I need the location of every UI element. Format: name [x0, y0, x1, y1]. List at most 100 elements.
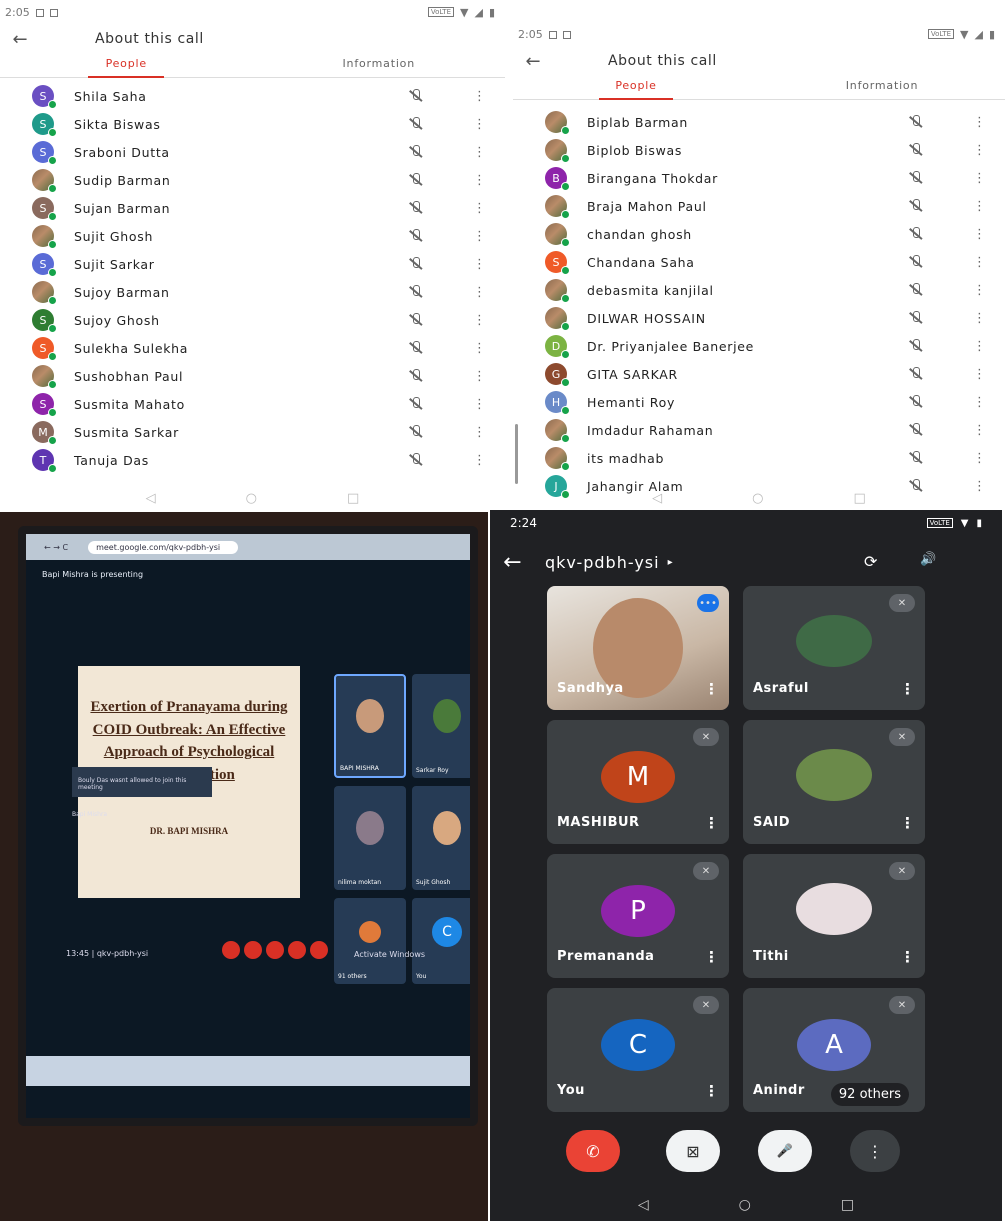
participant-tile[interactable]: C ✕ You ⋮ — [547, 988, 729, 1112]
participant-row[interactable]: Sudip Barman ⋮ — [0, 166, 505, 194]
more-options-icon[interactable]: ⋮ — [473, 426, 486, 439]
participant-row[interactable]: debasmita kanjilal ⋮ — [513, 276, 1005, 304]
recents-nav-icon[interactable]: □ — [854, 491, 866, 506]
back-nav-icon[interactable]: ◁ — [638, 1197, 649, 1213]
participant-row[interactable]: Biplob Biswas ⋮ — [513, 136, 1005, 164]
more-options-icon[interactable]: ⋮ — [473, 342, 486, 355]
participant-row[interactable]: S Sikta Biswas ⋮ — [0, 110, 505, 138]
tab-information[interactable]: Information — [759, 76, 1005, 99]
participant-row[interactable]: D Dr. Priyanjalee Banerjee ⋮ — [513, 332, 1005, 360]
more-options-icon[interactable]: ⋮ — [973, 256, 986, 269]
caret-right-icon[interactable]: ▸ — [668, 557, 673, 568]
more-options-icon[interactable]: ⋮ — [473, 90, 486, 103]
home-nav-icon[interactable]: ○ — [752, 491, 763, 506]
tile-menu-icon[interactable]: ⋮ — [704, 680, 719, 698]
participant-row[interactable]: S Sraboni Dutta ⋮ — [0, 138, 505, 166]
participant-row[interactable]: M Susmita Sarkar ⋮ — [0, 418, 505, 446]
more-options-icon[interactable]: ⋮ — [973, 144, 986, 157]
speaker-icon[interactable]: 🔊 — [920, 552, 936, 567]
participant-tile[interactable]: P ✕ Premananda ⋮ — [547, 854, 729, 978]
tile-menu-icon[interactable]: ⋮ — [900, 680, 915, 698]
participant-tile[interactable]: ✕ Asraful ⋮ — [743, 586, 925, 710]
participant-tile[interactable]: M ✕ MASHIBUR ⋮ — [547, 720, 729, 844]
participant-row[interactable]: Sujit Ghosh ⋮ — [0, 222, 505, 250]
more-options-icon[interactable]: ⋮ — [973, 116, 986, 129]
more-options-button[interactable]: ⋮ — [850, 1130, 900, 1172]
participant-row[interactable]: G GITA SARKAR ⋮ — [513, 360, 1005, 388]
scrollbar[interactable] — [515, 424, 518, 484]
more-options-icon[interactable]: ⋮ — [473, 230, 486, 243]
end-call-button[interactable]: ✆ — [566, 1130, 620, 1172]
tile-menu-icon[interactable]: ⋮ — [900, 814, 915, 832]
participant-tile[interactable]: ✕ SAID ⋮ — [743, 720, 925, 844]
more-options-icon[interactable]: ⋮ — [473, 398, 486, 411]
more-options-icon[interactable]: ⋮ — [473, 286, 486, 299]
mic-toggle-button[interactable]: 🎤 — [758, 1130, 812, 1172]
recents-nav-icon[interactable]: □ — [841, 1197, 854, 1213]
more-options-icon[interactable]: ⋮ — [473, 454, 486, 467]
participant-tile[interactable]: ✕ Tithi ⋮ — [743, 854, 925, 978]
more-options-icon[interactable]: ⋮ — [973, 284, 986, 297]
back-arrow-icon[interactable]: ← — [0, 29, 40, 50]
camera-toggle-button[interactable]: ⊠ — [666, 1130, 720, 1172]
more-options-icon[interactable]: ⋮ — [473, 174, 486, 187]
end-call-button[interactable] — [310, 941, 328, 959]
participant-row[interactable]: H Hemanti Roy ⋮ — [513, 388, 1005, 416]
present-button[interactable] — [288, 941, 306, 959]
home-nav-icon[interactable]: ○ — [739, 1197, 751, 1213]
participant-row[interactable]: S Sujan Barman ⋮ — [0, 194, 505, 222]
back-arrow-icon[interactable]: ← — [490, 550, 535, 575]
more-options-icon[interactable]: ⋮ — [473, 258, 486, 271]
more-options-icon[interactable]: ⋮ — [973, 228, 986, 241]
tile-menu-icon[interactable]: ⋮ — [704, 1082, 719, 1100]
back-nav-icon[interactable]: ◁ — [146, 491, 156, 506]
participant-row[interactable]: DILWAR HOSSAIN ⋮ — [513, 304, 1005, 332]
more-options-icon[interactable]: ⋮ — [973, 424, 986, 437]
tile-menu-icon[interactable]: ⋮ — [900, 948, 915, 966]
participant-row[interactable]: S Chandana Saha ⋮ — [513, 248, 1005, 276]
captions-button[interactable] — [266, 941, 284, 959]
switch-camera-icon[interactable]: ⟳ — [864, 552, 877, 571]
participant-row[interactable]: Sushobhan Paul ⋮ — [0, 362, 505, 390]
more-options-icon[interactable]: ⋮ — [973, 340, 986, 353]
tab-people[interactable]: People — [0, 54, 253, 78]
tab-information[interactable]: Information — [253, 54, 506, 77]
participant-tile[interactable]: A ✕ Anindr 92 others — [743, 988, 925, 1112]
more-options-icon[interactable]: ⋮ — [473, 314, 486, 327]
back-nav-icon[interactable]: ◁ — [652, 491, 662, 506]
participant-row[interactable]: Sujoy Barman ⋮ — [0, 278, 505, 306]
tile-menu-icon[interactable]: ⋮ — [704, 814, 719, 832]
back-arrow-icon[interactable]: ← — [513, 51, 553, 72]
tile-menu-icon[interactable]: ⋮ — [704, 948, 719, 966]
participant-row[interactable]: Braja Mahon Paul ⋮ — [513, 192, 1005, 220]
tab-people[interactable]: People — [513, 76, 759, 100]
more-options-icon[interactable]: ⋮ — [973, 172, 986, 185]
more-options-icon[interactable]: ⋮ — [973, 200, 986, 213]
participant-row[interactable]: S Shila Saha ⋮ — [0, 82, 505, 110]
more-options-icon[interactable]: ⋮ — [473, 146, 486, 159]
recents-nav-icon[interactable]: □ — [347, 491, 359, 506]
camera-button[interactable] — [244, 941, 262, 959]
mic-button[interactable] — [222, 941, 240, 959]
others-count-chip[interactable]: 92 others — [830, 1083, 909, 1106]
meeting-code[interactable]: qkv-pdbh-ysi — [545, 553, 660, 572]
more-options-icon[interactable]: ⋮ — [473, 118, 486, 131]
more-options-icon[interactable]: ⋮ — [973, 396, 986, 409]
participant-row[interactable]: S Sujit Sarkar ⋮ — [0, 250, 505, 278]
participant-row[interactable]: S Sulekha Sulekha ⋮ — [0, 334, 505, 362]
more-options-icon[interactable]: ⋮ — [973, 368, 986, 381]
participant-row[interactable]: chandan ghosh ⋮ — [513, 220, 1005, 248]
participant-tile[interactable]: ••• Sandhya ⋮ — [547, 586, 729, 710]
more-options-icon[interactable]: ⋮ — [973, 312, 986, 325]
home-nav-icon[interactable]: ○ — [246, 491, 257, 506]
participant-row[interactable]: Imdadur Rahaman ⋮ — [513, 416, 1005, 444]
participant-row[interactable]: its madhab ⋮ — [513, 444, 1005, 472]
more-options-icon[interactable]: ⋮ — [473, 370, 486, 383]
more-options-icon[interactable]: ⋮ — [473, 202, 486, 215]
more-options-icon[interactable]: ⋮ — [973, 452, 986, 465]
participant-row[interactable]: S Susmita Mahato ⋮ — [0, 390, 505, 418]
participant-row[interactable]: Biplab Barman ⋮ — [513, 108, 1005, 136]
participant-row[interactable]: T Tanuja Das ⋮ — [0, 446, 505, 474]
participant-row[interactable]: S Sujoy Ghosh ⋮ — [0, 306, 505, 334]
participant-row[interactable]: B Birangana Thokdar ⋮ — [513, 164, 1005, 192]
